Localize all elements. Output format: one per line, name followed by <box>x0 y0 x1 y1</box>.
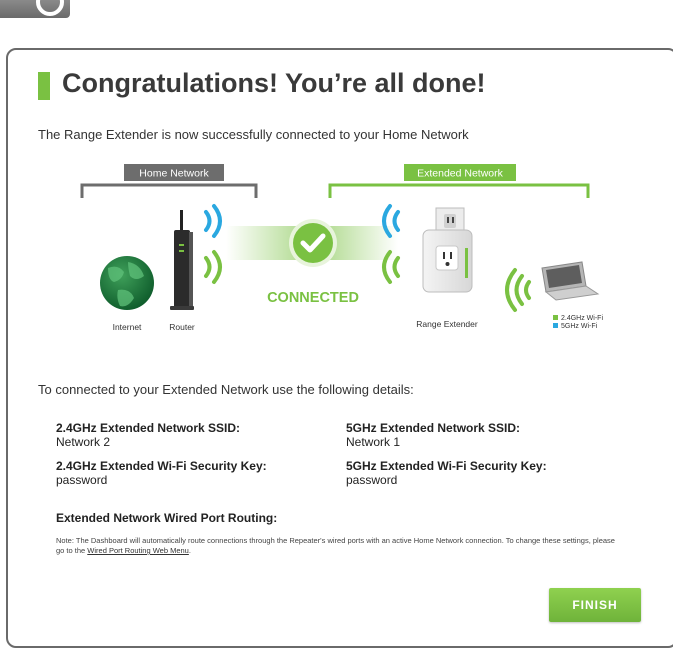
key-5ghz-value: password <box>346 473 398 487</box>
router-wifi-5ghz-icon <box>204 204 222 238</box>
connection-band-left <box>226 226 300 260</box>
finish-button[interactable]: FINISH <box>549 588 641 622</box>
home-network-label: Home Network <box>139 168 209 180</box>
key-24ghz-label: 2.4GHz Extended Wi-Fi Security Key: <box>56 459 267 473</box>
details-intro: To connected to your Extended Network us… <box>38 382 414 397</box>
connected-check-icon <box>289 219 337 267</box>
range-extender-label: Range Extender <box>416 319 478 329</box>
legend-5ghz-label: 5GHz Wi-Fi <box>561 323 598 330</box>
legend-24ghz-label: 2.4GHz Wi-Fi <box>561 315 603 322</box>
ssid-5ghz-label: 5GHz Extended Network SSID: <box>346 421 521 435</box>
extended-network-bracket: Extended Network <box>328 164 590 198</box>
note-end: . <box>188 546 191 555</box>
extended-network-label: Extended Network <box>417 168 504 180</box>
wired-port-routing-link[interactable]: Wired Port Routing Web Menu <box>87 546 189 555</box>
globe-icon <box>100 256 154 310</box>
home-network-bracket: Home Network <box>80 164 258 198</box>
legend: 2.4GHz Wi-Fi 5GHz Wi-Fi <box>553 315 603 330</box>
router-wifi-24ghz-icon <box>204 250 222 284</box>
router-icon <box>170 210 194 310</box>
key-24ghz-value: password <box>56 473 108 487</box>
legend-5ghz-swatch <box>553 323 558 328</box>
connected-status-label: CONNECTED <box>267 290 359 306</box>
wired-routing-note: Note: The Dashboard will automatically r… <box>56 536 616 556</box>
laptop-icon <box>541 261 600 301</box>
ssid-24ghz-value: Network 2 <box>56 435 111 449</box>
ssid-24ghz-label: 2.4GHz Extended Network SSID: <box>56 421 241 435</box>
range-extender-icon <box>422 207 473 293</box>
ssid-5ghz-value: Network 1 <box>346 435 401 449</box>
network-diagram: Home Network Extended Network Internet R… <box>80 164 603 332</box>
wired-port-routing-label: Extended Network Wired Port Routing: <box>56 511 278 525</box>
laptop-wifi-icon <box>505 268 531 312</box>
legend-24ghz-swatch <box>553 315 558 320</box>
key-5ghz-label: 5GHz Extended Wi-Fi Security Key: <box>346 459 547 473</box>
router-label: Router <box>169 322 195 332</box>
internet-label: Internet <box>113 322 142 332</box>
